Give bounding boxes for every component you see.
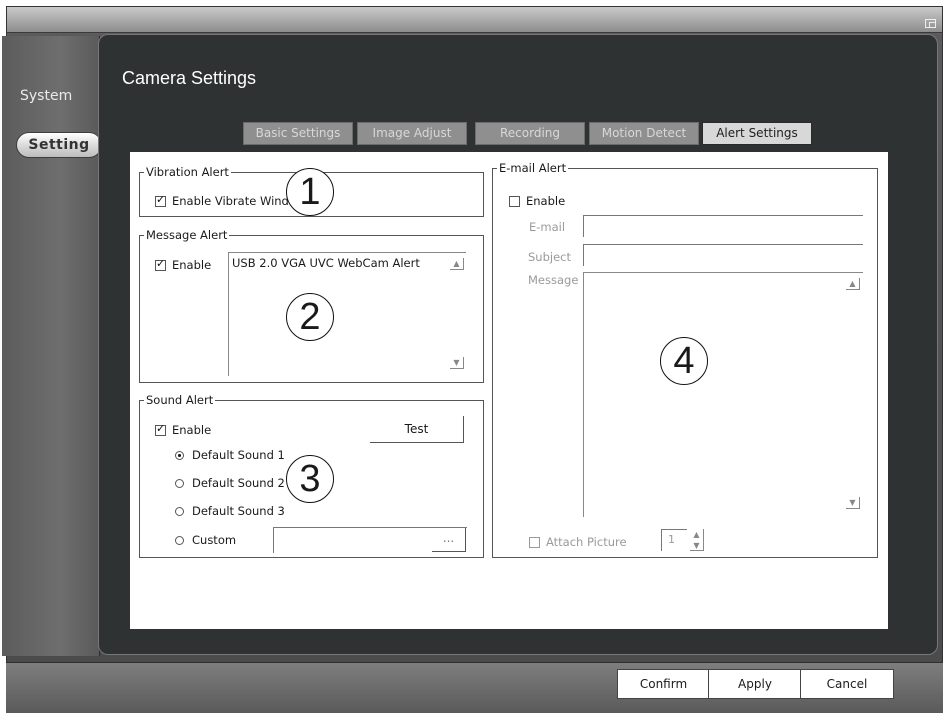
- tab-recording[interactable]: Recording: [475, 122, 585, 145]
- sidebar-item-system[interactable]: System: [20, 88, 72, 104]
- checkbox-checked-icon: [155, 193, 166, 207]
- radio-selected-icon: [175, 450, 184, 460]
- sidebar-item-setting[interactable]: Setting: [16, 132, 102, 158]
- subject-input[interactable]: [583, 244, 863, 266]
- email-enable-checkbox[interactable]: Enable: [509, 194, 565, 208]
- radio-custom[interactable]: Custom: [175, 533, 236, 547]
- checkbox-checked-icon: [155, 422, 166, 436]
- attach-count-input[interactable]: 1: [661, 529, 687, 551]
- sound-enable-label: Enable: [172, 423, 212, 437]
- attach-picture-label: Attach Picture: [546, 535, 627, 549]
- tab-motion-detect[interactable]: Motion Detect: [589, 122, 699, 145]
- radio-label: Default Sound 3: [192, 504, 285, 518]
- scroll-up-icon[interactable]: ▲: [450, 258, 464, 270]
- callout-1: 1: [286, 168, 334, 216]
- radio-default-sound-1[interactable]: Default Sound 1: [175, 448, 285, 462]
- checkbox-checked-icon: [155, 257, 166, 271]
- restore-window-icon[interactable]: [925, 19, 936, 28]
- checkbox-unchecked-icon: [529, 536, 540, 548]
- radio-unselected-icon: [175, 535, 184, 545]
- scroll-up-icon[interactable]: ▲: [846, 278, 860, 290]
- radio-label: Default Sound 1: [192, 448, 285, 462]
- sound-test-button[interactable]: Test: [370, 416, 464, 443]
- tab-basic-settings[interactable]: Basic Settings: [243, 122, 353, 145]
- email-label: E-mail: [529, 220, 566, 234]
- tab-image-adjust[interactable]: Image Adjust: [357, 122, 467, 145]
- message-alert-legend: Message Alert: [144, 228, 230, 242]
- scroll-down-icon[interactable]: ▼: [450, 357, 464, 369]
- radio-default-sound-2[interactable]: Default Sound 2: [175, 476, 285, 490]
- email-message-area[interactable]: [583, 272, 863, 517]
- radio-label: Custom: [192, 533, 237, 547]
- cancel-button[interactable]: Cancel: [800, 669, 894, 699]
- page-title: Camera Settings: [122, 68, 257, 88]
- sound-alert-legend: Sound Alert: [144, 393, 216, 407]
- subject-label: Subject: [528, 250, 571, 264]
- email-enable-label: Enable: [526, 194, 566, 208]
- scroll-down-icon[interactable]: ▼: [846, 497, 860, 509]
- message-enable-label: Enable: [172, 258, 212, 272]
- email-alert-legend: E-mail Alert: [497, 161, 569, 175]
- tab-alert-settings[interactable]: Alert Settings: [702, 122, 812, 145]
- vibration-enable-label: Enable Vibrate Wind: [172, 194, 289, 208]
- radio-default-sound-3[interactable]: Default Sound 3: [175, 504, 285, 518]
- message-text: USB 2.0 VGA UVC WebCam Alert: [232, 256, 420, 270]
- radio-unselected-icon: [175, 478, 184, 488]
- checkbox-unchecked-icon: [509, 195, 520, 207]
- vibration-enable-checkbox[interactable]: Enable Vibrate Wind: [155, 193, 289, 208]
- sound-enable-checkbox[interactable]: Enable: [155, 422, 212, 437]
- browse-button[interactable]: ...: [432, 528, 466, 552]
- radio-unselected-icon: [175, 506, 184, 516]
- message-label: Message: [528, 273, 579, 287]
- callout-3: 3: [286, 455, 334, 503]
- spinner-arrows-icon[interactable]: ▲ ▼: [690, 529, 704, 551]
- vibration-alert-legend: Vibration Alert: [144, 165, 231, 179]
- radio-label: Default Sound 2: [192, 476, 285, 490]
- message-enable-checkbox[interactable]: Enable: [155, 257, 212, 272]
- apply-button[interactable]: Apply: [708, 669, 802, 699]
- sidebar: System Setting: [2, 36, 102, 656]
- attach-picture-checkbox[interactable]: Attach Picture: [529, 535, 627, 549]
- callout-2: 2: [286, 293, 334, 341]
- title-bar: [7, 7, 942, 33]
- confirm-button[interactable]: Confirm: [617, 669, 710, 699]
- email-input[interactable]: [583, 215, 863, 237]
- callout-4: 4: [660, 337, 708, 385]
- message-text-area[interactable]: USB 2.0 VGA UVC WebCam Alert: [228, 252, 466, 376]
